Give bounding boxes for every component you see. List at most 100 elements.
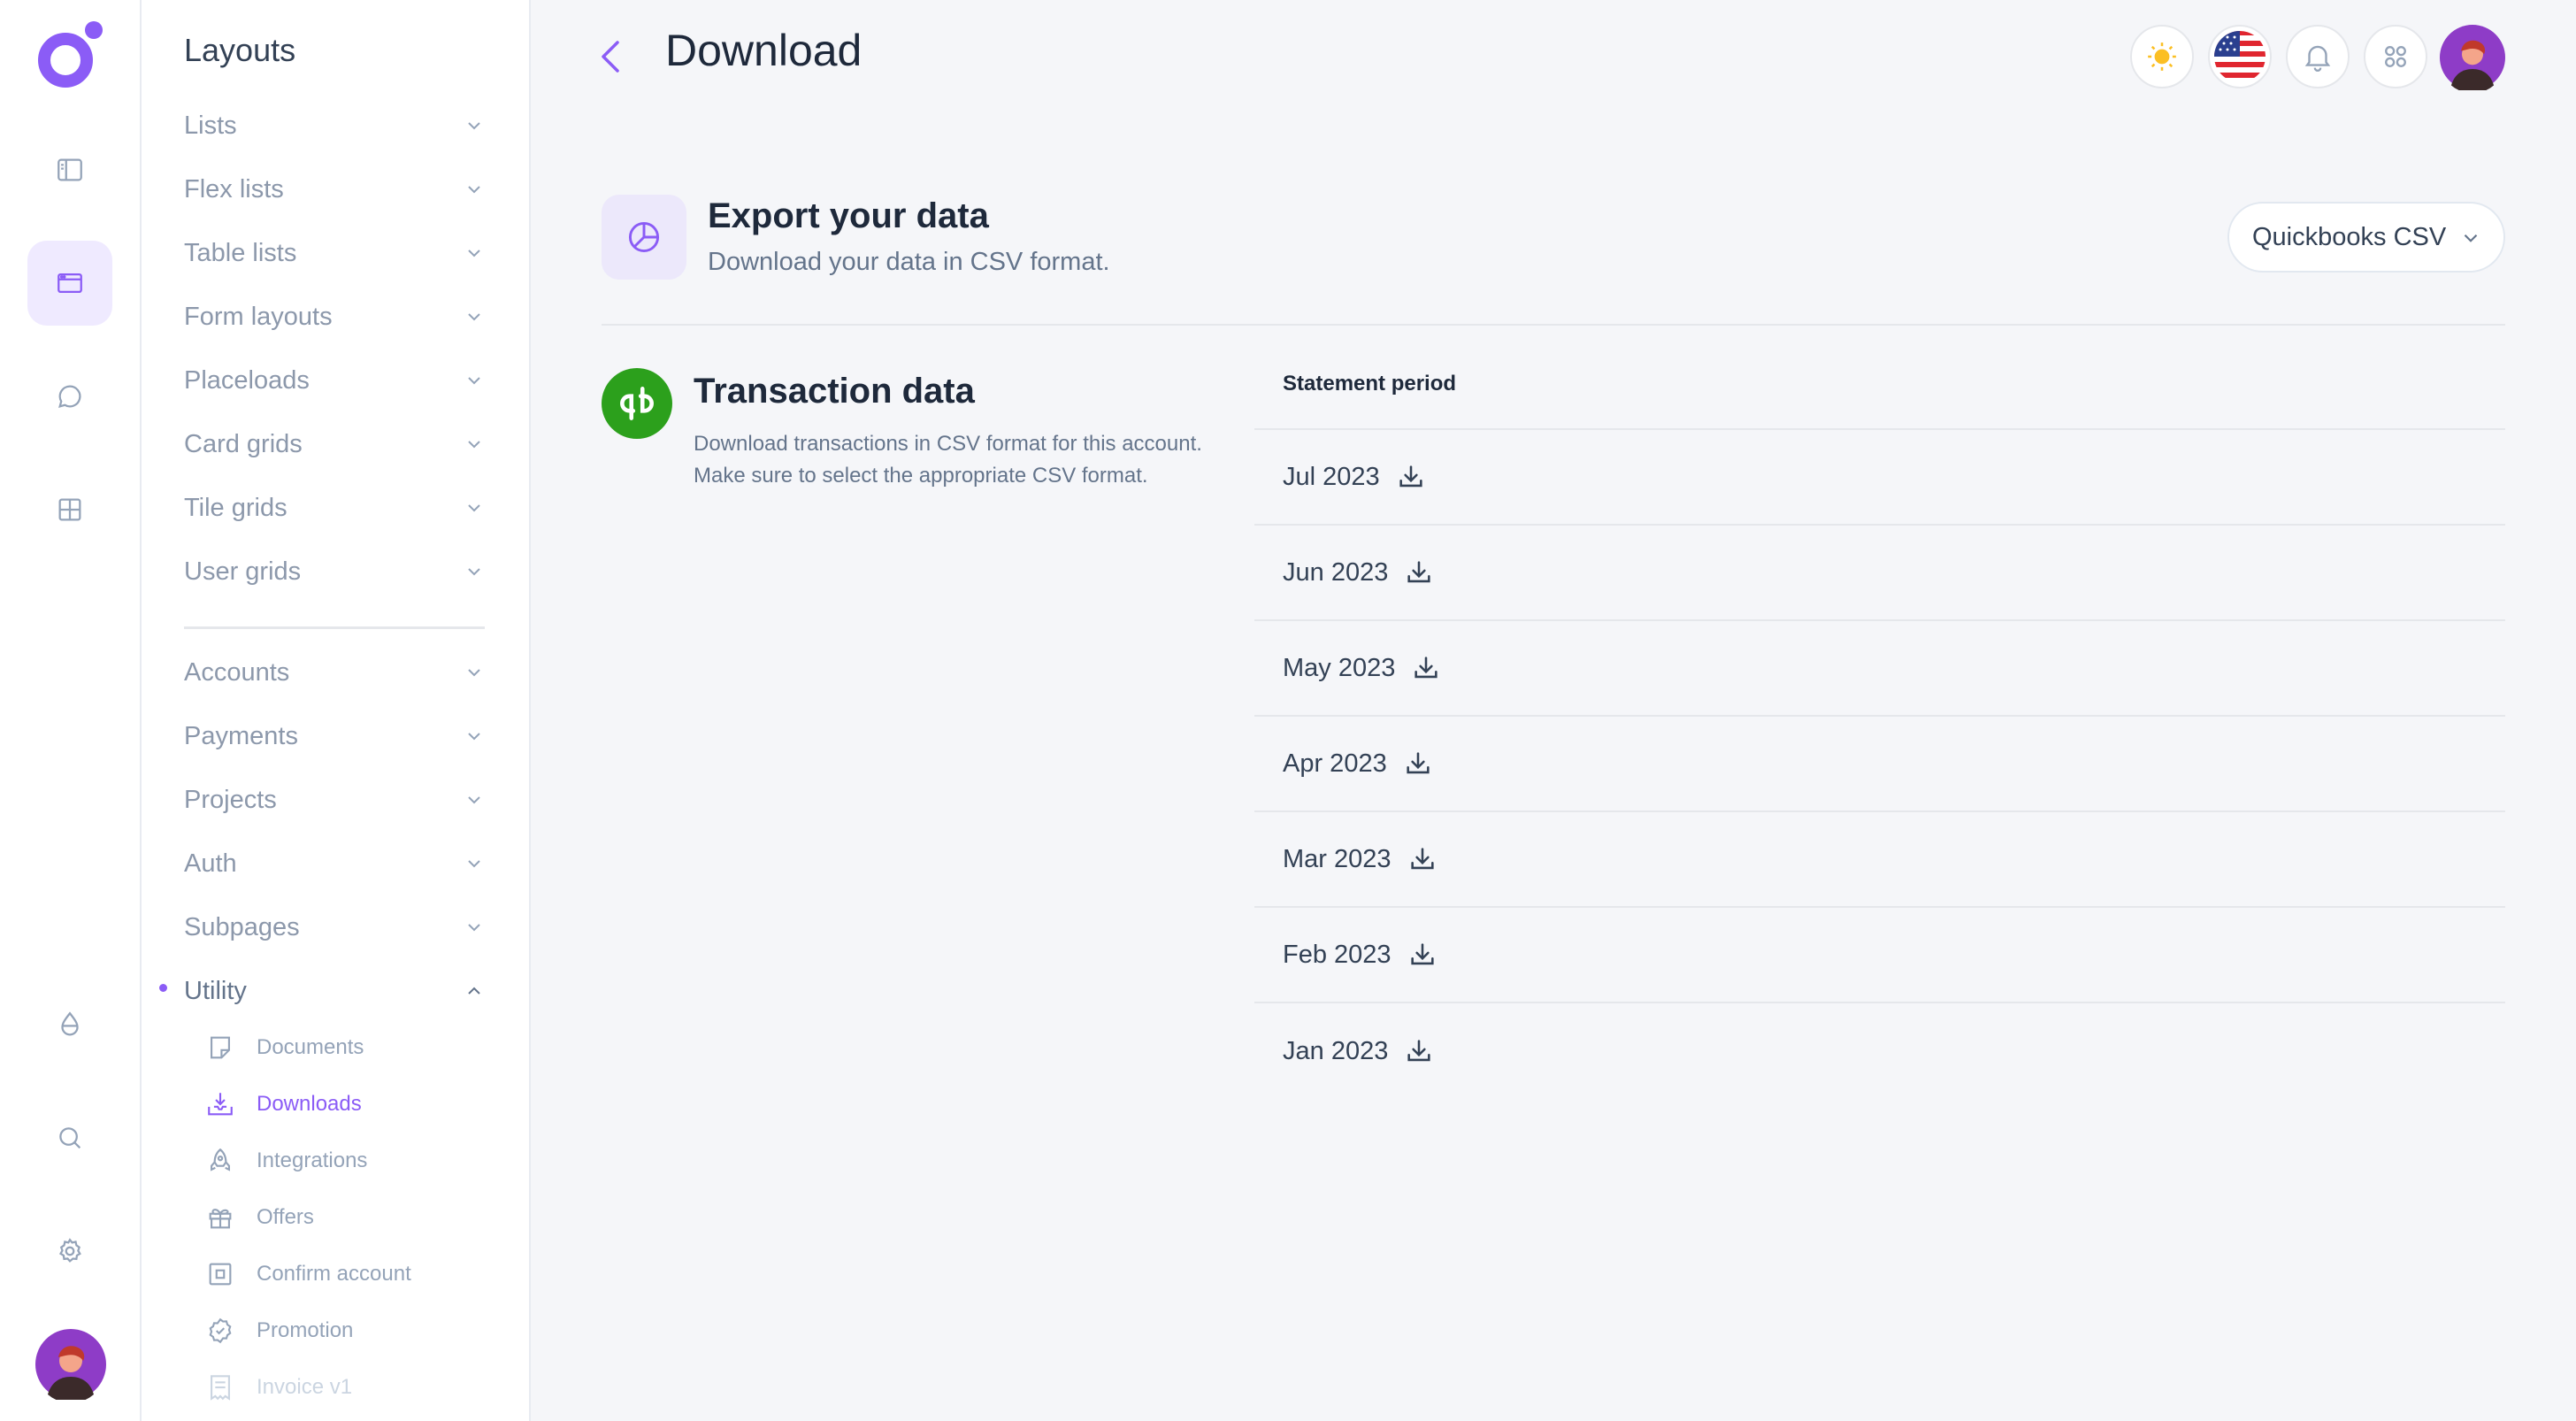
chat-icon[interactable] bbox=[27, 354, 112, 439]
nav-projects[interactable]: Projects bbox=[184, 773, 485, 826]
icon-rail bbox=[0, 0, 142, 1421]
document-icon bbox=[205, 1033, 235, 1063]
nav-utility[interactable]: Utility bbox=[184, 964, 485, 1018]
chevron-up-icon bbox=[468, 987, 480, 995]
statement-row[interactable]: May 2023 bbox=[1254, 621, 2505, 717]
nav-flex-lists[interactable]: Flex lists bbox=[184, 163, 485, 216]
sidebar-title: Layouts bbox=[184, 32, 296, 68]
nav-label: Subpages bbox=[184, 912, 300, 941]
sidebar-divider bbox=[184, 626, 485, 629]
subnav-confirm-account[interactable]: Confirm account bbox=[205, 1252, 411, 1296]
sun-icon bbox=[2148, 42, 2176, 71]
chevron-down-icon bbox=[468, 860, 480, 868]
subnav-label: Offers bbox=[257, 1205, 314, 1229]
subnav-documents[interactable]: Documents bbox=[205, 1025, 364, 1070]
chevron-down-icon bbox=[468, 441, 480, 449]
download-tray-icon bbox=[205, 1089, 235, 1119]
nav-label: Table lists bbox=[184, 238, 297, 267]
page-title: Download bbox=[665, 26, 862, 75]
statement-period: Mar 2023 bbox=[1283, 844, 1392, 873]
gear-icon[interactable] bbox=[27, 1209, 112, 1294]
nav-label: Lists bbox=[184, 111, 237, 140]
nav-label: Card grids bbox=[184, 429, 303, 458]
grid-icon[interactable] bbox=[27, 467, 112, 552]
statement-row[interactable]: Jul 2023 bbox=[1254, 430, 2505, 526]
layouts-icon[interactable] bbox=[27, 241, 112, 326]
nav-form-layouts[interactable]: Form layouts bbox=[184, 290, 485, 343]
us-flag-icon bbox=[2214, 31, 2266, 82]
bell-icon bbox=[2304, 45, 2331, 72]
sidebar-toggle-icon[interactable] bbox=[27, 127, 112, 212]
subnav-downloads[interactable]: Downloads bbox=[205, 1082, 362, 1126]
format-select-value: Quickbooks CSV bbox=[2252, 222, 2447, 251]
chevron-down-icon bbox=[468, 924, 480, 932]
statement-row[interactable]: Jun 2023 bbox=[1254, 526, 2505, 621]
app-logo[interactable] bbox=[35, 19, 104, 92]
nav-lists[interactable]: Lists bbox=[184, 99, 485, 152]
active-group-dot bbox=[159, 984, 167, 992]
download-icon[interactable] bbox=[1407, 940, 1438, 970]
transaction-description: Download transactions in CSV format for … bbox=[694, 432, 1202, 488]
back-button[interactable] bbox=[589, 32, 632, 81]
droplet-icon[interactable] bbox=[27, 982, 112, 1067]
statement-row[interactable]: Apr 2023 bbox=[1254, 717, 2505, 812]
chevron-down-icon bbox=[2464, 234, 2478, 242]
user-avatar[interactable] bbox=[35, 1329, 106, 1403]
statement-period: Apr 2023 bbox=[1283, 749, 1387, 778]
chevron-down-icon bbox=[468, 733, 480, 741]
nav-label: User grids bbox=[184, 557, 302, 586]
nav-label: Projects bbox=[184, 785, 277, 814]
subnav-invoice-v1[interactable]: Invoice v1 bbox=[205, 1365, 352, 1409]
download-icon[interactable] bbox=[1411, 653, 1441, 683]
notifications-button[interactable] bbox=[2286, 25, 2350, 88]
nav-card-grids[interactable]: Card grids bbox=[184, 418, 485, 471]
statement-row[interactable]: Feb 2023 bbox=[1254, 908, 2505, 1003]
subnav-integrations[interactable]: Integrations bbox=[205, 1139, 367, 1183]
nav-user-grids[interactable]: User grids bbox=[184, 545, 485, 598]
chevron-down-icon bbox=[468, 250, 480, 257]
statement-row[interactable]: Mar 2023 bbox=[1254, 812, 2505, 908]
chevron-down-icon bbox=[468, 313, 480, 321]
chevron-down-icon bbox=[468, 122, 480, 130]
chevron-down-icon bbox=[468, 186, 480, 194]
section-divider bbox=[602, 324, 2505, 326]
nav-subpages[interactable]: Subpages bbox=[184, 901, 485, 954]
download-icon[interactable] bbox=[1404, 557, 1434, 588]
download-icon[interactable] bbox=[1407, 844, 1438, 874]
download-icon[interactable] bbox=[1403, 749, 1433, 779]
nav-accounts[interactable]: Accounts bbox=[184, 646, 485, 699]
square-check-icon bbox=[205, 1259, 235, 1289]
language-button[interactable] bbox=[2208, 25, 2272, 88]
chevron-down-icon bbox=[468, 377, 480, 385]
pie-chart-icon bbox=[602, 195, 686, 280]
download-icon[interactable] bbox=[1404, 1036, 1434, 1066]
apps-grid-icon bbox=[2385, 46, 2406, 67]
apps-button[interactable] bbox=[2364, 25, 2427, 88]
subnav-offers[interactable]: Offers bbox=[205, 1195, 314, 1240]
subnav-promotion[interactable]: Promotion bbox=[205, 1309, 353, 1353]
chevron-down-icon bbox=[468, 796, 480, 804]
theme-toggle-button[interactable] bbox=[2130, 25, 2194, 88]
nav-placeloads[interactable]: Placeloads bbox=[184, 354, 485, 407]
search-icon[interactable] bbox=[27, 1095, 112, 1180]
gift-icon bbox=[205, 1202, 235, 1233]
download-icon[interactable] bbox=[1396, 462, 1426, 492]
statement-period: Feb 2023 bbox=[1283, 940, 1392, 969]
statement-row[interactable]: Jan 2023 bbox=[1254, 1003, 2505, 1099]
subnav-label: Documents bbox=[257, 1035, 364, 1059]
nav-label: Flex lists bbox=[184, 174, 284, 204]
rocket-icon bbox=[205, 1146, 235, 1176]
layouts-sidebar: Layouts Lists Flex lists Table lists For… bbox=[142, 0, 531, 1421]
export-title: Export your data bbox=[708, 196, 989, 235]
header-user-avatar[interactable] bbox=[2440, 25, 2505, 94]
statement-period: Jul 2023 bbox=[1283, 462, 1380, 491]
subnav-label: Promotion bbox=[257, 1318, 354, 1342]
subnav-label: Invoice v1 bbox=[257, 1375, 353, 1399]
nav-table-lists[interactable]: Table lists bbox=[184, 227, 485, 280]
chevron-down-icon bbox=[468, 568, 480, 576]
chevron-down-icon bbox=[468, 669, 480, 677]
nav-auth[interactable]: Auth bbox=[184, 837, 485, 890]
nav-tile-grids[interactable]: Tile grids bbox=[184, 481, 485, 534]
nav-payments[interactable]: Payments bbox=[184, 710, 485, 763]
csv-format-select[interactable]: Quickbooks CSV bbox=[2227, 202, 2505, 273]
